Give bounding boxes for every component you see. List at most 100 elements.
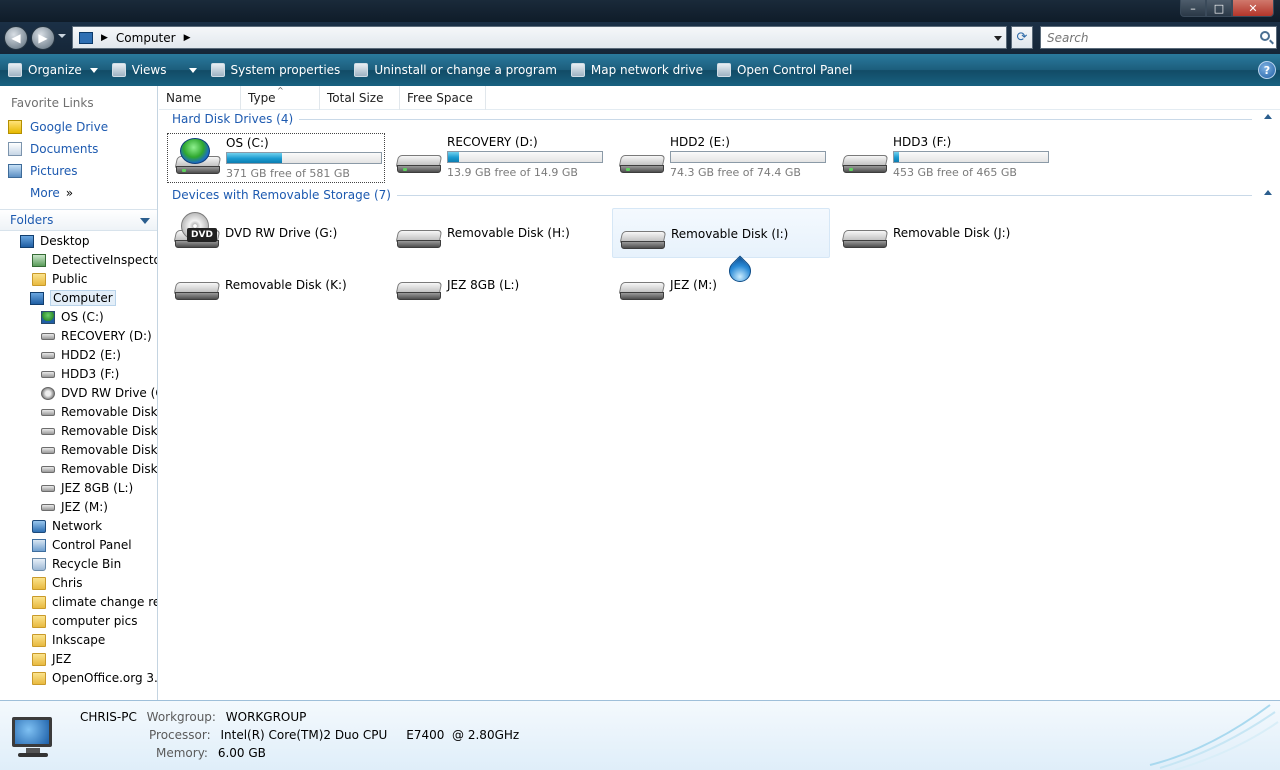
column-type[interactable]: Type ^ bbox=[241, 86, 320, 110]
tree-item-hdd2-e[interactable]: HDD2 (E:) bbox=[41, 346, 121, 364]
computer-monitor-icon bbox=[6, 715, 60, 757]
tree-item-computer[interactable]: Computer bbox=[30, 289, 116, 307]
breadcrumb-arrow-icon[interactable]: ▶ bbox=[184, 33, 191, 43]
device-tile-removable-i[interactable]: Removable Disk (I:) bbox=[612, 208, 830, 258]
device-tile-removable-k[interactable]: Removable Disk (K:) bbox=[167, 260, 385, 310]
system-properties-button[interactable]: System properties bbox=[205, 58, 347, 82]
tree-item-network[interactable]: Network bbox=[32, 517, 102, 535]
open-control-panel-button[interactable]: Open Control Panel bbox=[711, 58, 858, 82]
tree-item-recovery-d[interactable]: RECOVERY (D:) bbox=[41, 327, 152, 345]
tree-item-dvd-g[interactable]: DVD RW Drive (G:) bbox=[41, 384, 157, 402]
forward-button[interactable]: ▶ bbox=[31, 26, 55, 50]
folders-header[interactable]: Folders bbox=[0, 209, 157, 231]
tree-item-openoffice[interactable]: OpenOffice.org 3.4.1 bbox=[32, 669, 157, 687]
views-button[interactable]: Views bbox=[106, 58, 203, 82]
favorite-documents[interactable]: Documents bbox=[8, 142, 98, 156]
memory-value: 6.00 GB bbox=[217, 746, 266, 760]
tree-item-computer-pics[interactable]: computer pics bbox=[32, 612, 138, 630]
tree-item-removable-k[interactable]: Removable Disk (K bbox=[41, 460, 157, 478]
memory-line: Memory: 6.00 GB bbox=[156, 746, 266, 760]
drive-tile-hdd2-e[interactable]: HDD2 (E:) 74.3 GB free of 74.4 GB bbox=[612, 133, 830, 183]
tree-label: Removable Disk (I bbox=[61, 424, 158, 438]
drive-free-space: 74.3 GB free of 74.4 GB bbox=[670, 166, 801, 179]
drive-icon bbox=[41, 484, 55, 492]
tree-item-chris[interactable]: Chris bbox=[32, 574, 83, 592]
sort-ascending-icon: ^ bbox=[277, 86, 284, 95]
dvd-drive-icon: DVD bbox=[173, 212, 221, 254]
maximize-button[interactable]: □ bbox=[1206, 0, 1232, 17]
tree-item-climate-change[interactable]: climate change resc bbox=[32, 593, 157, 611]
favorite-google-drive[interactable]: Google Drive bbox=[8, 120, 108, 134]
collapse-group-icon[interactable] bbox=[1264, 114, 1272, 119]
details-pane: CHRIS-PC Workgroup: WORKGROUP Processor:… bbox=[0, 700, 1280, 770]
tree-item-inkscape[interactable]: Inkscape bbox=[32, 631, 105, 649]
removable-drive-icon bbox=[395, 212, 443, 254]
collapse-group-icon[interactable] bbox=[1264, 190, 1272, 195]
favorite-links-title: Favorite Links bbox=[11, 96, 94, 110]
tree-item-jez-8gb-l[interactable]: JEZ 8GB (L:) bbox=[41, 479, 133, 497]
tree-item-jez[interactable]: JEZ bbox=[32, 650, 71, 668]
tree-item-removable-h[interactable]: Removable Disk (H bbox=[41, 403, 157, 421]
address-dropdown-icon[interactable] bbox=[994, 36, 1002, 41]
refresh-button[interactable]: ⟳ bbox=[1011, 26, 1033, 49]
tree-label: JEZ (M:) bbox=[61, 500, 108, 514]
group-header-hard-disks[interactable]: Hard Disk Drives (4) bbox=[172, 112, 1272, 126]
device-tile-removable-h[interactable]: Removable Disk (H:) bbox=[389, 208, 607, 258]
folder-icon bbox=[32, 595, 46, 609]
back-button[interactable]: ◀ bbox=[4, 26, 28, 50]
drive-name: RECOVERY (D:) bbox=[447, 135, 538, 149]
tree-item-jez-m[interactable]: JEZ (M:) bbox=[41, 498, 108, 516]
device-tile-jez-m[interactable]: JEZ (M:) bbox=[612, 260, 830, 310]
recent-pages-dropdown-icon[interactable] bbox=[58, 34, 66, 38]
drive-tile-os-c[interactable]: OS (C:) 371 GB free of 581 GB bbox=[167, 133, 385, 183]
favorites-more-link[interactable]: More » bbox=[30, 186, 73, 200]
search-box[interactable] bbox=[1040, 26, 1277, 49]
tree-item-control-panel[interactable]: Control Panel bbox=[32, 536, 132, 554]
folder-icon bbox=[32, 576, 46, 590]
tree-item-hdd3-f[interactable]: HDD3 (F:) bbox=[41, 365, 119, 383]
address-bar[interactable]: ▶ Computer ▶ bbox=[72, 26, 1007, 49]
tree-item-recycle-bin[interactable]: Recycle Bin bbox=[32, 555, 121, 573]
chevron-down-icon bbox=[188, 67, 197, 73]
tree-item-desktop[interactable]: Desktop bbox=[20, 232, 90, 250]
drive-tile-hdd3-f[interactable]: HDD3 (F:) 453 GB free of 465 GB bbox=[835, 133, 1053, 183]
control-panel-icon bbox=[716, 63, 731, 77]
device-tile-dvd-g[interactable]: DVD DVD RW Drive (G:) bbox=[167, 208, 385, 258]
folder-icon bbox=[32, 614, 46, 628]
organize-button[interactable]: Organize bbox=[2, 58, 104, 82]
tree-item-removable-i[interactable]: Removable Disk (I bbox=[41, 422, 158, 440]
drive-tile-recovery-d[interactable]: RECOVERY (D:) 13.9 GB free of 14.9 GB bbox=[389, 133, 607, 183]
processor-label: Processor: bbox=[149, 728, 211, 742]
favorite-label: Documents bbox=[30, 142, 99, 156]
network-drive-icon bbox=[570, 63, 585, 77]
column-free-space[interactable]: Free Space bbox=[400, 86, 486, 110]
breadcrumb-arrow-icon[interactable]: ▶ bbox=[101, 33, 108, 43]
column-label: Name bbox=[166, 91, 202, 105]
column-name[interactable]: Name bbox=[159, 86, 241, 110]
uninstall-program-button[interactable]: Uninstall or change a program bbox=[348, 58, 563, 82]
tree-item-removable-j[interactable]: Removable Disk (J bbox=[41, 441, 157, 459]
help-button[interactable]: ? bbox=[1258, 61, 1276, 79]
chevron-down-icon[interactable] bbox=[140, 218, 150, 224]
tree-label: Recycle Bin bbox=[52, 557, 122, 571]
group-header-removable[interactable]: Devices with Removable Storage (7) bbox=[172, 188, 1272, 202]
breadcrumb-computer[interactable]: Computer bbox=[116, 31, 176, 45]
device-tile-jez-8gb-l[interactable]: JEZ 8GB (L:) bbox=[389, 260, 607, 310]
removable-drive-icon bbox=[395, 264, 443, 306]
tree-item-public[interactable]: Public bbox=[32, 270, 88, 288]
removable-drive-icon bbox=[841, 212, 889, 254]
map-network-drive-button[interactable]: Map network drive bbox=[565, 58, 709, 82]
close-button[interactable]: ✕ bbox=[1232, 0, 1274, 17]
tree-item-os-c[interactable]: OS (C:) bbox=[41, 308, 104, 326]
tree-label: Computer bbox=[50, 290, 116, 306]
search-icon[interactable] bbox=[1260, 31, 1270, 41]
device-tile-removable-j[interactable]: Removable Disk (J:) bbox=[835, 208, 1053, 258]
search-input[interactable] bbox=[1047, 30, 1247, 45]
favorite-pictures[interactable]: Pictures bbox=[8, 164, 78, 178]
drive-icon bbox=[41, 465, 55, 473]
minimize-button[interactable]: – bbox=[1180, 0, 1206, 17]
tree-label: computer pics bbox=[52, 614, 138, 628]
tree-item-detectiveinspector[interactable]: DetectiveInspectorN bbox=[32, 251, 157, 269]
google-drive-icon bbox=[8, 120, 22, 134]
column-total-size[interactable]: Total Size bbox=[320, 86, 400, 110]
